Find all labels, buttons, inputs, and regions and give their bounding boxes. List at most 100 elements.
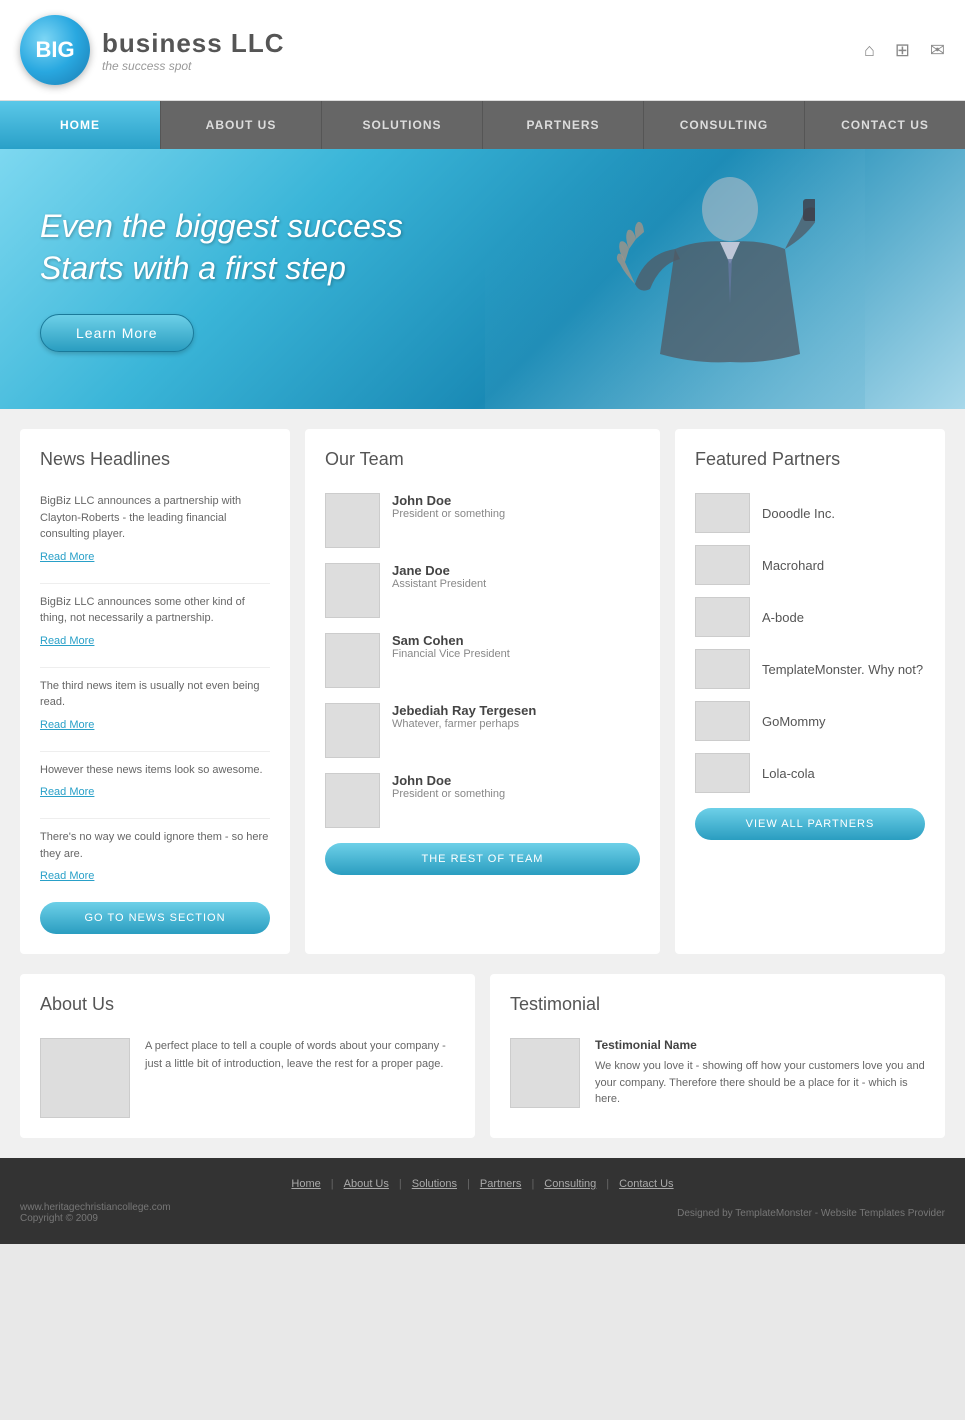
hero-title-line1: Even the biggest success bbox=[40, 206, 403, 248]
partner-name-5: GoMommy bbox=[762, 714, 826, 729]
partner-logo-3 bbox=[695, 597, 750, 637]
about-text: A perfect place to tell a couple of word… bbox=[145, 1038, 455, 1118]
team-role-5: President or something bbox=[392, 788, 505, 800]
header-icons: ⌂ ⊞ ✉ bbox=[864, 40, 945, 61]
mail-icon[interactable]: ✉ bbox=[930, 40, 945, 61]
news-item-3: The third news item is usually not even … bbox=[40, 678, 270, 733]
team-member-5: John Doe President or something bbox=[325, 773, 640, 828]
testimonial-title: Testimonial bbox=[510, 994, 925, 1023]
person-svg bbox=[535, 154, 815, 404]
footer-sep-3: | bbox=[467, 1178, 470, 1190]
partner-item-5: GoMommy bbox=[695, 701, 925, 741]
news-text-2: BigBiz LLC announces some other kind of … bbox=[40, 594, 270, 627]
header: BIG business LLC the success spot ⌂ ⊞ ✉ bbox=[0, 0, 965, 101]
rest-of-team-button[interactable]: THE REST OF TEAM bbox=[325, 843, 640, 875]
testimonial-name: Testimonial Name bbox=[595, 1038, 925, 1052]
read-more-4[interactable]: Read More bbox=[40, 786, 94, 798]
partners-panel: Featured Partners Dooodle Inc. Macrohard… bbox=[675, 429, 945, 954]
team-member-2: Jane Doe Assistant President bbox=[325, 563, 640, 618]
logo-text-block: business LLC the success spot bbox=[102, 28, 284, 73]
news-title: News Headlines bbox=[40, 449, 270, 478]
partner-logo-5 bbox=[695, 701, 750, 741]
news-text-4: However these news items look so awesome… bbox=[40, 762, 270, 779]
read-more-5[interactable]: Read More bbox=[40, 870, 94, 882]
home-icon[interactable]: ⌂ bbox=[864, 40, 875, 61]
team-member-1: John Doe President or something bbox=[325, 493, 640, 548]
partner-name-3: A-bode bbox=[762, 610, 804, 625]
news-text-3: The third news item is usually not even … bbox=[40, 678, 270, 711]
read-more-3[interactable]: Read More bbox=[40, 719, 94, 731]
team-role-3: Financial Vice President bbox=[392, 648, 510, 660]
footer-bottom: www.heritagechristiancollege.comCopyrigh… bbox=[20, 1202, 945, 1224]
team-info-5: John Doe President or something bbox=[392, 773, 505, 800]
footer-sep-1: | bbox=[331, 1178, 334, 1190]
tagline: the success spot bbox=[102, 59, 284, 73]
hero-learn-more-button[interactable]: Learn More bbox=[40, 314, 194, 352]
footer-nav: Home | About Us | Solutions | Partners |… bbox=[20, 1178, 945, 1190]
team-panel: Our Team John Doe President or something… bbox=[305, 429, 660, 954]
footer-sep-2: | bbox=[399, 1178, 402, 1190]
partner-logo-1 bbox=[695, 493, 750, 533]
partner-logo-4 bbox=[695, 649, 750, 689]
read-more-1[interactable]: Read More bbox=[40, 551, 94, 563]
about-inner: A perfect place to tell a couple of word… bbox=[40, 1038, 455, 1118]
main-content: News Headlines BigBiz LLC announces a pa… bbox=[0, 409, 965, 974]
about-title: About Us bbox=[40, 994, 455, 1023]
team-photo-2 bbox=[325, 563, 380, 618]
view-all-partners-button[interactable]: VIEW ALL PARTNERS bbox=[695, 808, 925, 840]
partner-name-6: Lola-cola bbox=[762, 766, 815, 781]
hero-title: Even the biggest success Starts with a f… bbox=[40, 206, 403, 289]
footer-link-contact[interactable]: Contact Us bbox=[619, 1178, 673, 1190]
nav-home[interactable]: HOME bbox=[0, 101, 161, 149]
read-more-2[interactable]: Read More bbox=[40, 635, 94, 647]
footer-copyright: www.heritagechristiancollege.comCopyrigh… bbox=[20, 1202, 171, 1224]
grid-icon[interactable]: ⊞ bbox=[895, 40, 910, 61]
footer-link-about[interactable]: About Us bbox=[344, 1178, 389, 1190]
footer-link-home[interactable]: Home bbox=[291, 1178, 320, 1190]
nav-consulting[interactable]: CONSULTING bbox=[644, 101, 805, 149]
team-member-4: Jebediah Ray Tergesen Whatever, farmer p… bbox=[325, 703, 640, 758]
partner-item-2: Macrohard bbox=[695, 545, 925, 585]
footer-sep-4: | bbox=[531, 1178, 534, 1190]
news-item-5: There's no way we could ignore them - so… bbox=[40, 829, 270, 884]
partner-item-1: Dooodle Inc. bbox=[695, 493, 925, 533]
second-row: About Us A perfect place to tell a coupl… bbox=[0, 974, 965, 1158]
footer: Home | About Us | Solutions | Partners |… bbox=[0, 1158, 965, 1244]
team-info-4: Jebediah Ray Tergesen Whatever, farmer p… bbox=[392, 703, 536, 730]
company-name: business LLC bbox=[102, 28, 284, 59]
footer-credit: Designed by TemplateMonster - Website Te… bbox=[677, 1208, 945, 1219]
team-role-2: Assistant President bbox=[392, 578, 486, 590]
news-panel: News Headlines BigBiz LLC announces a pa… bbox=[20, 429, 290, 954]
team-info-3: Sam Cohen Financial Vice President bbox=[392, 633, 510, 660]
partner-name-2: Macrohard bbox=[762, 558, 824, 573]
partner-name-4: TemplateMonster. Why not? bbox=[762, 662, 923, 677]
team-name-1: John Doe bbox=[392, 493, 505, 508]
team-name-2: Jane Doe bbox=[392, 563, 486, 578]
footer-link-partners[interactable]: Partners bbox=[480, 1178, 522, 1190]
team-title: Our Team bbox=[325, 449, 640, 478]
team-photo-4 bbox=[325, 703, 380, 758]
about-photo bbox=[40, 1038, 130, 1118]
partner-logo-2 bbox=[695, 545, 750, 585]
team-name-5: John Doe bbox=[392, 773, 505, 788]
hero-title-line2: Starts with a first step bbox=[40, 248, 403, 290]
footer-link-consulting[interactable]: Consulting bbox=[544, 1178, 596, 1190]
partner-item-3: A-bode bbox=[695, 597, 925, 637]
footer-link-solutions[interactable]: Solutions bbox=[412, 1178, 457, 1190]
hero-banner: Even the biggest success Starts with a f… bbox=[0, 149, 965, 409]
nav-solutions[interactable]: SOLUTIONS bbox=[322, 101, 483, 149]
nav-partners[interactable]: PARTNERS bbox=[483, 101, 644, 149]
testimonial-text: We know you love it - showing off how yo… bbox=[595, 1058, 925, 1108]
nav-contact[interactable]: CONTACT US bbox=[805, 101, 965, 149]
footer-sep-5: | bbox=[606, 1178, 609, 1190]
team-member-3: Sam Cohen Financial Vice President bbox=[325, 633, 640, 688]
testimonial-photo bbox=[510, 1038, 580, 1108]
testimonial-inner: Testimonial Name We know you love it - s… bbox=[510, 1038, 925, 1108]
about-panel: About Us A perfect place to tell a coupl… bbox=[20, 974, 475, 1138]
partner-logo-6 bbox=[695, 753, 750, 793]
team-photo-5 bbox=[325, 773, 380, 828]
go-to-news-button[interactable]: GO TO NEWS SECTION bbox=[40, 902, 270, 934]
team-role-4: Whatever, farmer perhaps bbox=[392, 718, 536, 730]
nav-about[interactable]: ABOUT US bbox=[161, 101, 322, 149]
news-text-5: There's no way we could ignore them - so… bbox=[40, 829, 270, 862]
